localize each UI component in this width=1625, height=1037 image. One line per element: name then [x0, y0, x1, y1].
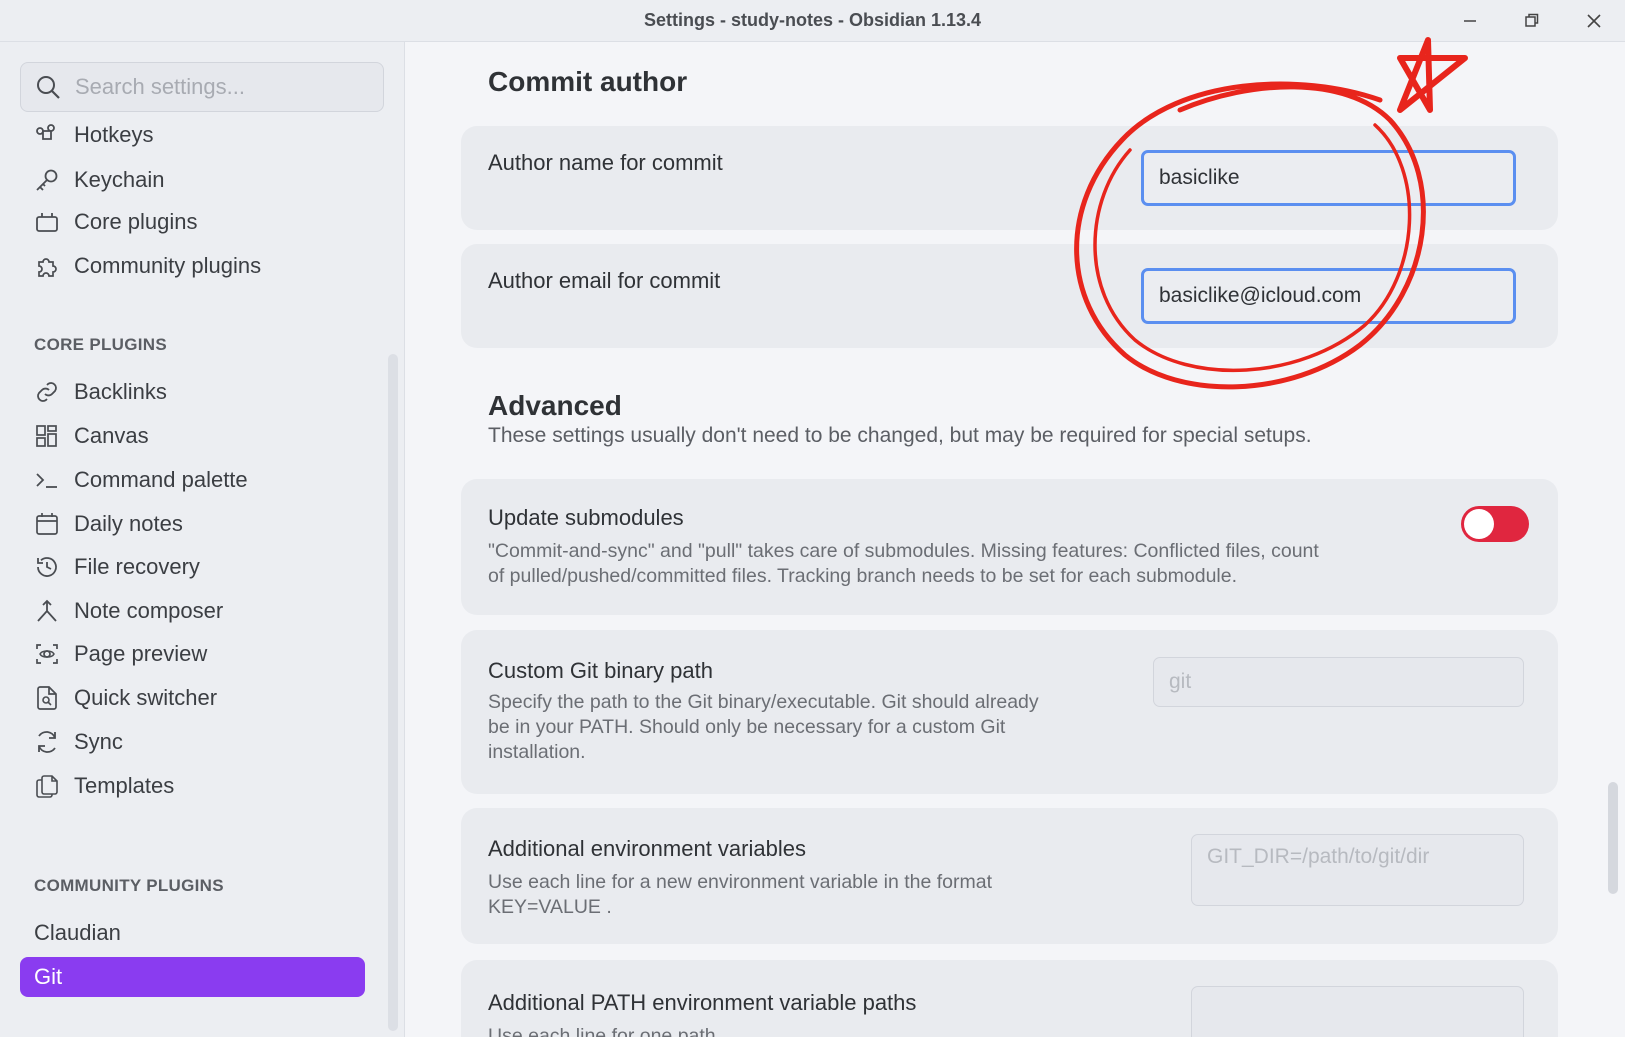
- setting-description-line: Specify the path to the Git binary/execu…: [488, 691, 1039, 713]
- setting-description-line: Use each line for one path: [488, 1025, 716, 1037]
- author-name-input[interactable]: [1141, 150, 1516, 206]
- setting-description-line: of pulled/pushed/committed files. Tracki…: [488, 565, 1238, 587]
- title-bar: Settings - study-notes - Obsidian 1.13.4: [0, 0, 1625, 42]
- author-name-setting: Author name for commit: [461, 126, 1558, 230]
- sidebar-item-daily-notes[interactable]: Daily notes: [20, 504, 365, 544]
- sidebar-item-label: Core plugins: [74, 209, 198, 234]
- git-binary-path-setting: Custom Git binary path Specify the path …: [461, 630, 1558, 794]
- window-title: Settings - study-notes - Obsidian 1.13.4: [643, 10, 982, 30]
- setting-name: Author email for commit: [488, 268, 721, 293]
- setting-description-line: KEY=VALUE .: [488, 896, 612, 918]
- author-email-setting: Author email for commit: [461, 244, 1558, 348]
- path-variables-textarea[interactable]: [1191, 986, 1524, 1037]
- setting-description-line: installation.: [488, 741, 586, 763]
- section-core-plugins: CORE PLUGINS: [34, 335, 168, 354]
- canvas-grid-icon: [34, 423, 60, 449]
- sidebar-item-quick-switcher[interactable]: Quick switcher: [20, 678, 365, 718]
- sidebar-item-git[interactable]: Git: [20, 957, 365, 997]
- search-box[interactable]: [20, 62, 384, 112]
- link-icon: [34, 379, 60, 405]
- toggle-knob: [1464, 509, 1494, 539]
- calendar-icon: [34, 511, 60, 537]
- sidebar-item-label: Backlinks: [74, 379, 167, 404]
- merge-icon: [34, 598, 60, 624]
- author-email-input[interactable]: [1141, 268, 1516, 324]
- setting-name: Author name for commit: [488, 150, 723, 175]
- sidebar-item-community-plugins[interactable]: Community plugins: [20, 246, 365, 286]
- sidebar-item-label: Command palette: [74, 467, 248, 492]
- restore-button[interactable]: [1512, 6, 1552, 36]
- advanced-heading: Advanced: [488, 390, 622, 421]
- search-input[interactable]: [75, 74, 375, 100]
- section-community-plugins: COMMUNITY PLUGINS: [34, 876, 224, 895]
- sidebar-item-templates[interactable]: Templates: [20, 766, 365, 806]
- setting-description-line: Use each line for a new environment vari…: [488, 871, 993, 893]
- git-binary-path-input[interactable]: [1153, 657, 1524, 707]
- sidebar-item-keychain[interactable]: Keychain: [20, 160, 365, 200]
- sidebar-item-label: Git: [34, 964, 63, 989]
- sidebar-item-label: Keychain: [74, 167, 165, 192]
- sidebar-item-label: Hotkeys: [74, 122, 154, 147]
- sidebar-item-label: Claudian: [34, 920, 121, 945]
- update-submodules-toggle[interactable]: [1461, 506, 1529, 542]
- command-key-icon: [34, 122, 60, 148]
- sidebar-item-label: Community plugins: [74, 253, 262, 278]
- sidebar-item-hotkeys[interactable]: Hotkeys: [20, 118, 365, 148]
- sidebar-item-file-recovery[interactable]: File recovery: [20, 547, 365, 587]
- sidebar-item-canvas[interactable]: Canvas: [20, 416, 365, 456]
- files-icon: [34, 773, 60, 799]
- sidebar-item-sync[interactable]: Sync: [20, 722, 365, 762]
- environment-variables-textarea[interactable]: [1191, 834, 1524, 906]
- plug-icon: [34, 209, 60, 235]
- sidebar-item-label: Daily notes: [74, 511, 183, 536]
- sync-icon: [34, 729, 60, 755]
- content-scrollbar[interactable]: [1608, 782, 1618, 894]
- close-button[interactable]: [1574, 6, 1614, 36]
- minimize-button[interactable]: [1450, 6, 1490, 36]
- setting-name: Custom Git binary path: [488, 658, 713, 683]
- sidebar-item-page-preview[interactable]: Page preview: [20, 634, 365, 674]
- setting-description-line: "Commit-and-sync" and "pull" takes care …: [488, 540, 1319, 562]
- settings-sidebar: Hotkeys Keychain Core plugins Community …: [0, 42, 405, 1037]
- close-icon: [1587, 14, 1601, 28]
- path-variables-setting: Additional PATH environment variable pat…: [461, 960, 1558, 1037]
- sidebar-item-claudian[interactable]: Claudian: [20, 913, 365, 953]
- search-icon: [37, 76, 60, 99]
- file-search-icon: [34, 685, 60, 711]
- commit-author-heading: Commit author: [488, 66, 688, 97]
- sidebar-item-note-composer[interactable]: Note composer: [20, 591, 365, 631]
- sidebar-item-label: Note composer: [74, 598, 224, 623]
- sidebar-item-label: File recovery: [74, 554, 200, 579]
- sidebar-item-label: Canvas: [74, 423, 149, 448]
- setting-name: Additional PATH environment variable pat…: [488, 990, 917, 1015]
- sidebar-item-label: Page preview: [74, 641, 208, 666]
- puzzle-icon: [34, 253, 60, 279]
- restore-icon: [1525, 13, 1539, 27]
- sidebar-item-label: Quick switcher: [74, 685, 218, 710]
- setting-name: Update submodules: [488, 505, 684, 530]
- environment-variables-setting: Additional environment variables Use eac…: [461, 808, 1558, 944]
- terminal-prompt-icon: [34, 467, 60, 493]
- sidebar-item-core-plugins[interactable]: Core plugins: [20, 202, 365, 242]
- sidebar-item-label: Sync: [74, 729, 123, 754]
- sidebar-item-command-palette[interactable]: Command palette: [20, 460, 365, 500]
- setting-description-line: be in your PATH. Should only be necessar…: [488, 716, 1006, 738]
- settings-content: Commit author Author name for commit Aut…: [406, 42, 1625, 1037]
- sidebar-item-label: Templates: [74, 773, 175, 798]
- history-icon: [34, 554, 60, 580]
- sidebar-item-backlinks[interactable]: Backlinks: [20, 372, 365, 412]
- setting-name: Additional environment variables: [488, 836, 806, 861]
- advanced-description: These settings usually don't need to be …: [488, 424, 1312, 447]
- key-icon: [34, 167, 60, 193]
- sidebar-scrollbar[interactable]: [388, 354, 398, 1031]
- scan-eye-icon: [34, 641, 60, 667]
- minimize-icon: [1464, 20, 1476, 22]
- update-submodules-setting: Update submodules "Commit-and-sync" and …: [461, 479, 1558, 615]
